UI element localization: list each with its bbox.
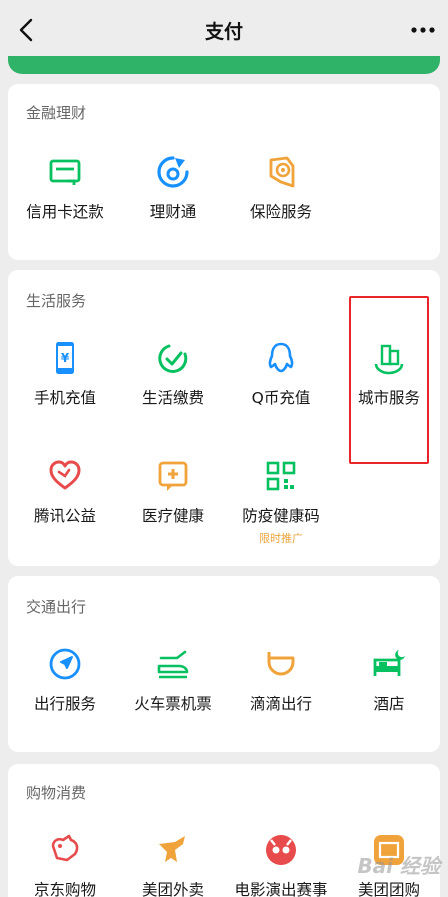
grid-item-label: 医疗健康 — [141, 507, 204, 525]
grid-item-label: 理财通 — [149, 203, 197, 221]
grid-item-label: 手机充值 — [33, 389, 96, 407]
grid-item-label: 保险服务 — [249, 203, 312, 221]
more-button[interactable] — [408, 16, 438, 44]
grid-item-health-code[interactable]: 防疫健康码 限时推广 — [227, 458, 335, 546]
grid-item-utility[interactable]: 生活缴费 — [119, 340, 227, 408]
grid-item-meituan-waimai[interactable]: 美团外卖 — [119, 832, 227, 897]
grid-item-label: 滴滴出行 — [249, 695, 312, 713]
section-title: 交通出行 — [26, 598, 87, 616]
grid-item-label: 火车票机票 — [134, 695, 212, 713]
utility-icon — [158, 344, 188, 373]
grid-item-wealth[interactable]: 理财通 — [119, 154, 227, 222]
grid-item-label: 酒店 — [373, 695, 405, 713]
grid-item-tickets[interactable]: 火车票机票 — [119, 646, 227, 714]
train-icon — [157, 650, 189, 679]
section-title: 生活服务 — [26, 292, 87, 310]
svg-text:¥: ¥ — [61, 351, 70, 365]
wallet-banner[interactable] — [8, 56, 440, 74]
section-title: 金融理财 — [26, 104, 87, 122]
section-title: 购物消费 — [26, 784, 87, 802]
qq-icon — [268, 342, 294, 373]
kangaroo-icon — [159, 836, 185, 862]
grid-item-label: 京东购物 — [33, 881, 96, 897]
grid-item-label: 腾讯公益 — [33, 507, 96, 525]
grid-item-charity[interactable]: 腾讯公益 — [11, 458, 119, 526]
navigation-icon — [49, 648, 81, 680]
grid-item-label: 信用卡还款 — [26, 203, 104, 221]
chevron-left-icon — [19, 18, 33, 42]
hotel-icon — [373, 650, 405, 676]
qr-code-icon — [266, 461, 296, 491]
grid-item-didi[interactable]: 滴滴出行 — [227, 646, 335, 714]
didi-icon — [267, 652, 295, 676]
section-transport: 交通出行 出行服务 火车票机票 滴滴出行 酒店 — [8, 576, 440, 752]
page-title: 支付 — [204, 20, 243, 43]
jd-icon — [51, 834, 79, 862]
grid-item-label: 美团团购 — [357, 881, 420, 897]
insurance-icon — [269, 156, 295, 188]
grid-item-credit-card[interactable]: 信用卡还款 — [11, 154, 119, 222]
grid-item-travel[interactable]: 出行服务 — [11, 646, 119, 714]
credit-card-icon — [49, 159, 81, 185]
grid-item-medical[interactable]: 医疗健康 — [119, 458, 227, 526]
highlight-box — [349, 296, 429, 464]
cat-eye-icon — [266, 835, 296, 865]
grid-item-hotel[interactable]: 酒店 — [335, 646, 443, 714]
watermark: Bai 经验 — [357, 854, 440, 878]
grid-item-maoyan[interactable]: 电影演出赛事 — [227, 832, 335, 897]
grid-item-phone-recharge[interactable]: ¥ 手机充值 — [11, 340, 119, 408]
charity-icon — [49, 460, 81, 490]
section-finance: 金融理财 信用卡还款 理财通 保险服务 — [8, 84, 440, 260]
promo-badge: 限时推广 — [259, 532, 303, 545]
top-bar: 支付 — [0, 0, 448, 60]
back-button[interactable] — [12, 14, 40, 46]
grid-item-qcoin[interactable]: Q币充值 — [227, 340, 335, 408]
grid-item-label: 电影演出赛事 — [234, 881, 328, 897]
wealth-icon — [157, 156, 189, 188]
grid-item-label: 生活缴费 — [141, 389, 204, 407]
grid-item-insurance[interactable]: 保险服务 — [227, 154, 335, 222]
medical-icon — [158, 461, 188, 491]
grid-item-label: 防疫健康码 — [242, 507, 320, 525]
grid-item-jd[interactable]: 京东购物 — [11, 832, 119, 897]
grid-item-label: 出行服务 — [33, 695, 96, 713]
grid-item-label: 美团外卖 — [141, 881, 204, 897]
grid-item-label: Q币充值 — [251, 389, 311, 407]
phone-icon: ¥ — [56, 342, 74, 374]
more-icon — [411, 27, 435, 33]
